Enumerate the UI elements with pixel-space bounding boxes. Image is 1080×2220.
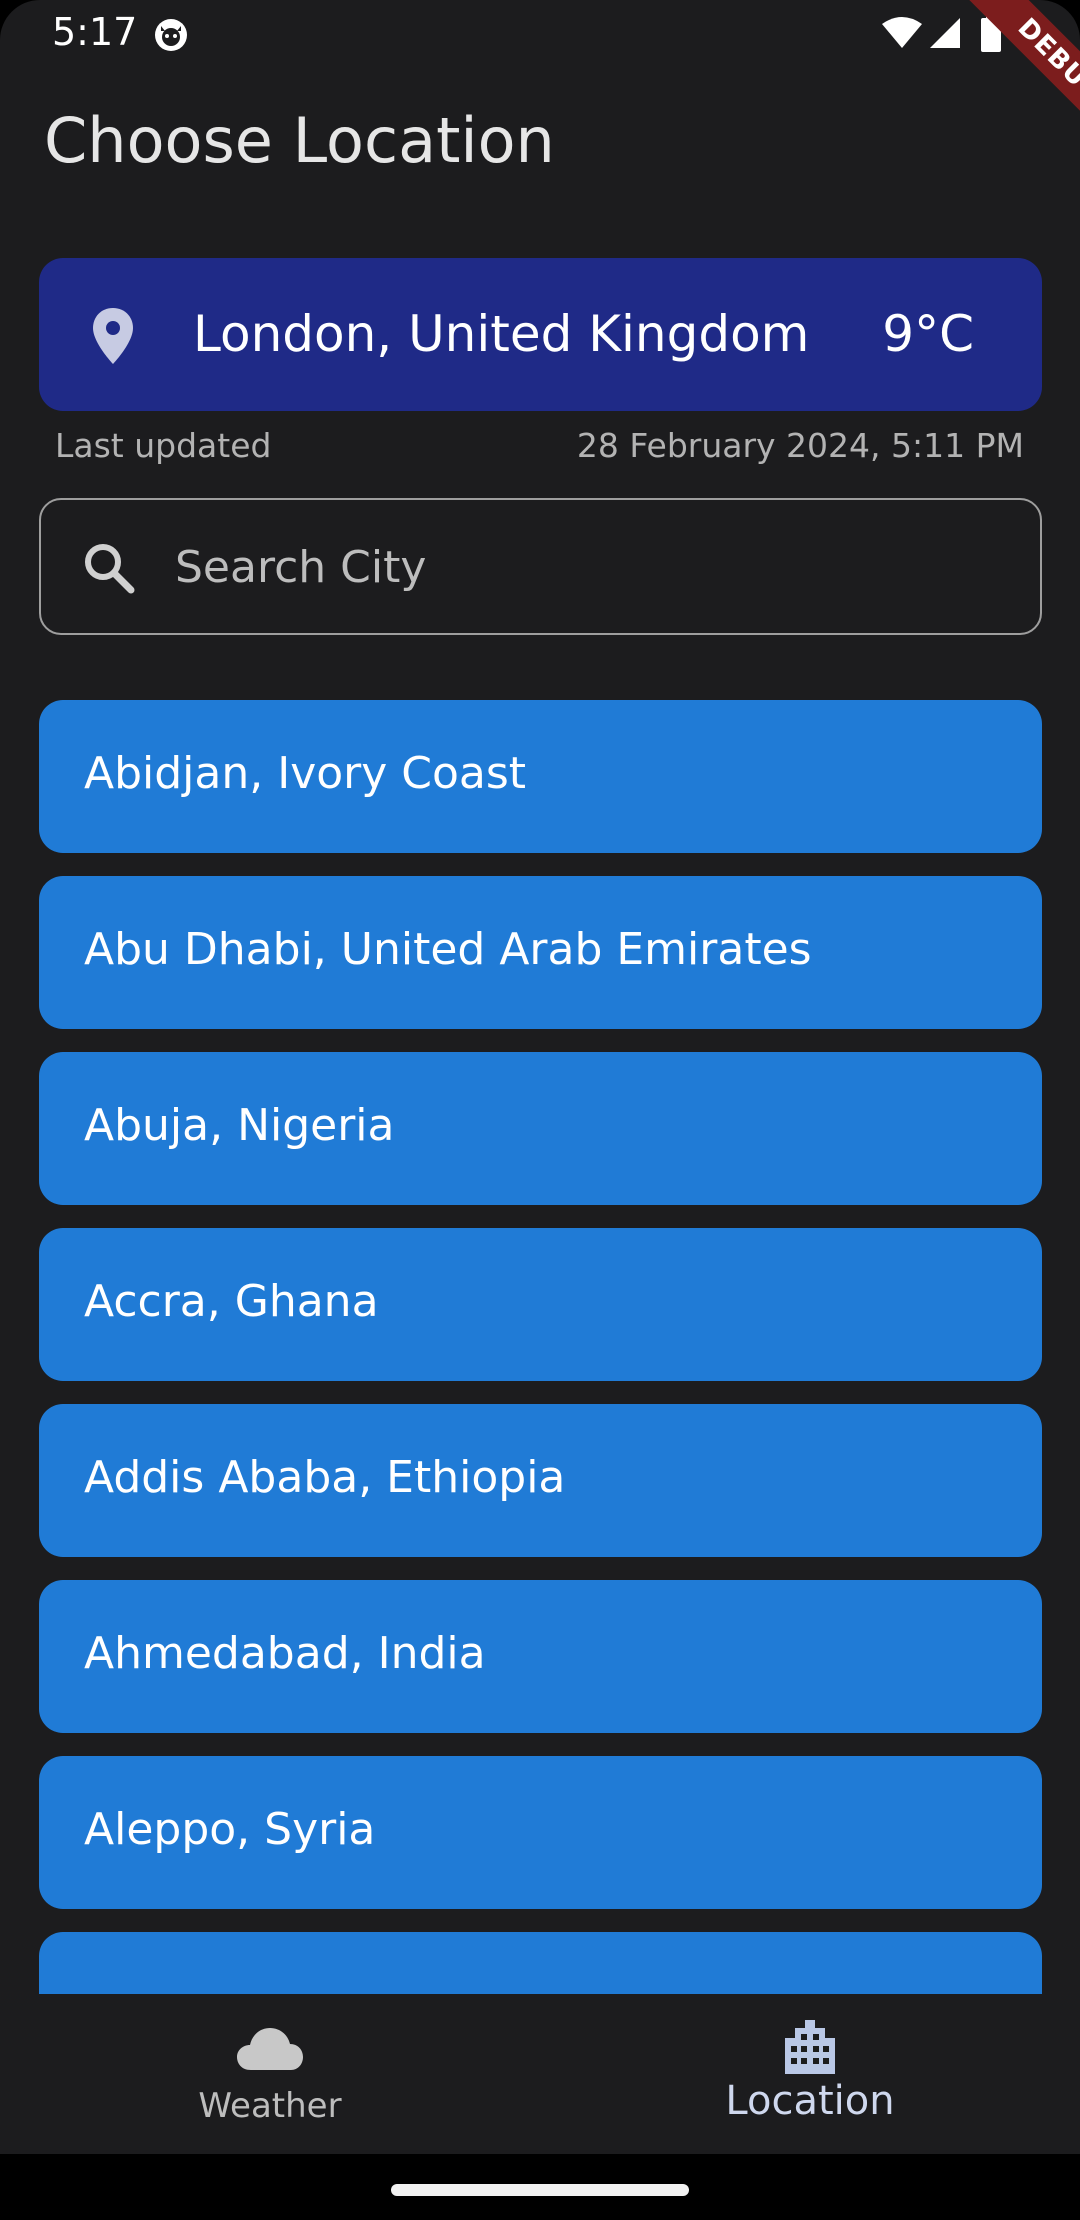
app-notification-icon <box>155 19 187 51</box>
city-label: Abidjan, Ivory Coast <box>84 748 527 799</box>
page-title: Choose Location <box>44 104 555 177</box>
city-list-item[interactable]: Abidjan, Ivory Coast <box>39 700 1042 853</box>
city-list-item[interactable]: Aleppo, Syria <box>39 1756 1042 1909</box>
location-pin-icon <box>93 308 133 364</box>
current-temperature: 9°C <box>882 305 974 363</box>
city-label: Addis Ababa, Ethiopia <box>84 1452 566 1503</box>
city-list-item-partial[interactable] <box>39 1932 1042 1994</box>
city-list-item[interactable]: Ahmedabad, India <box>39 1580 1042 1733</box>
city-list-item[interactable]: Accra, Ghana <box>39 1228 1042 1381</box>
system-navigation-bar <box>0 2154 1080 2220</box>
status-bar: 5:17 <box>0 0 1080 66</box>
city-label: Abuja, Nigeria <box>84 1100 395 1151</box>
nav-label-weather: Weather <box>198 2086 342 2126</box>
city-list-item[interactable]: Abu Dhabi, United Arab Emirates <box>39 876 1042 1029</box>
city-list-item[interactable]: Abuja, Nigeria <box>39 1052 1042 1205</box>
last-updated-value: 28 February 2024, 5:11 PM <box>576 426 1024 465</box>
search-input[interactable] <box>175 530 995 604</box>
status-time: 5:17 <box>52 10 138 54</box>
bottom-navigation: Weather Location <box>0 1994 1080 2154</box>
current-location-card[interactable]: London, United Kingdom 9°C <box>39 258 1042 411</box>
nav-tab-location[interactable]: Location <box>540 1994 1080 2154</box>
city-list-item[interactable]: Addis Ababa, Ethiopia <box>39 1404 1042 1557</box>
home-indicator[interactable] <box>391 2184 689 2196</box>
city-label: Aleppo, Syria <box>84 1804 376 1855</box>
search-icon <box>85 544 135 594</box>
wifi-icon <box>882 17 922 48</box>
city-label: Accra, Ghana <box>84 1276 379 1327</box>
city-label: Ahmedabad, India <box>84 1628 486 1679</box>
city-list[interactable]: Abidjan, Ivory Coast Abu Dhabi, United A… <box>0 700 1080 1994</box>
city-buildings-icon <box>785 2020 835 2074</box>
app-screen: 5:17 DEBUG Choose Location London, Unite… <box>0 0 1080 2220</box>
nav-label-location: Location <box>725 2078 895 2124</box>
city-label: Abu Dhabi, United Arab Emirates <box>84 924 812 975</box>
last-updated-label: Last updated <box>55 426 272 465</box>
cloud-icon <box>237 2028 303 2070</box>
current-city-name: London, United Kingdom <box>193 305 810 363</box>
search-box[interactable] <box>39 498 1042 635</box>
nav-tab-weather[interactable]: Weather <box>0 1994 540 2154</box>
cell-signal-icon <box>930 18 960 48</box>
